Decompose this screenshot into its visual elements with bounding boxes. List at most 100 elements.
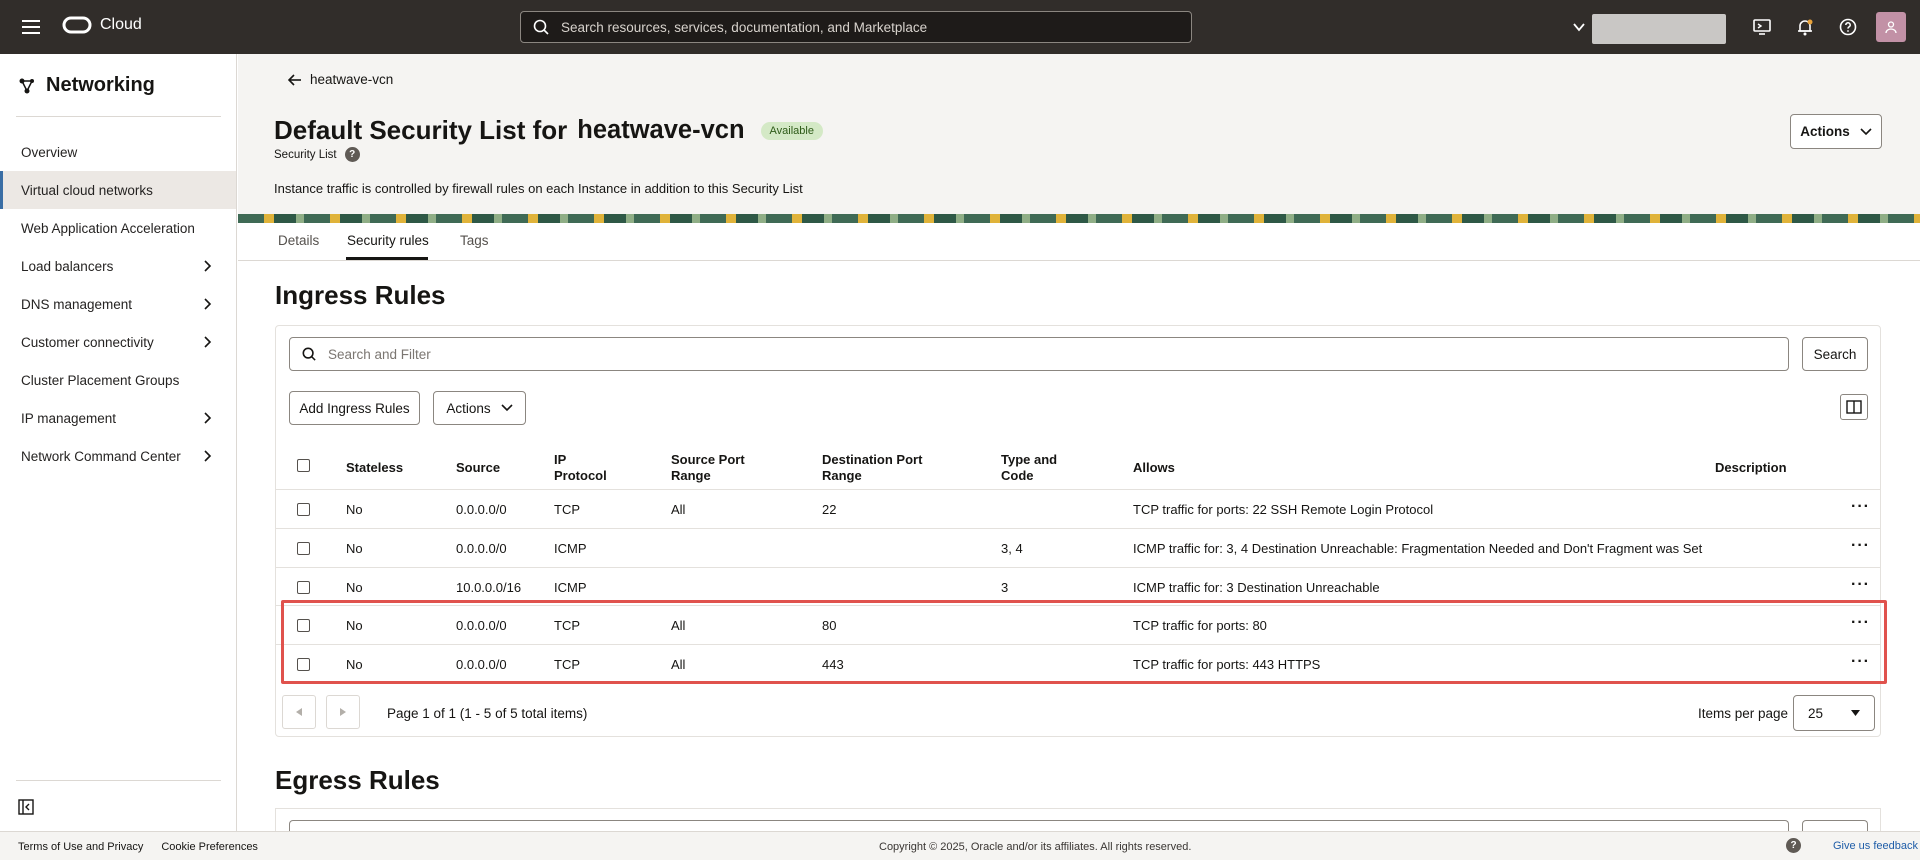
sidebar: Networking Overview Virtual cloud network…	[0, 54, 237, 831]
column-header-source-port-range[interactable]: Source Port Range	[671, 452, 745, 484]
terms-link[interactable]: Terms of Use and Privacy	[18, 841, 143, 853]
row-checkbox[interactable]	[297, 619, 310, 633]
cell-source: 10.0.0.0/16	[456, 579, 522, 595]
sidebar-item-cluster-placement-groups[interactable]: Cluster Placement Groups	[0, 361, 236, 399]
items-per-page-select[interactable]: 25	[1793, 695, 1875, 731]
row-checkbox[interactable]	[297, 503, 310, 516]
sidebar-item-ip-management[interactable]: IP management	[0, 399, 236, 437]
bell-icon[interactable]	[1793, 15, 1817, 39]
top-bar: Cloud	[0, 0, 1920, 54]
page-title: Default Security List for heatwave-vcn A…	[274, 115, 823, 146]
caret-down-icon	[1851, 710, 1860, 716]
column-header-line: Code	[1001, 468, 1034, 483]
region-chevron-icon[interactable]	[1572, 20, 1586, 34]
search-filter-input[interactable]	[328, 346, 1728, 362]
sidebar-item-label: Cluster Placement Groups	[21, 372, 180, 388]
cell-protocol: TCP	[554, 502, 580, 517]
cell-dest-port: 80	[822, 618, 837, 634]
add-ingress-rules-button[interactable]: Add Ingress Rules	[289, 391, 420, 425]
items-per-page-label: Items per page	[1698, 706, 1789, 721]
cell-dest-port: 22	[822, 502, 837, 517]
chevron-right-icon	[204, 412, 212, 424]
region-selector[interactable]	[1592, 14, 1726, 44]
collapse-sidebar-icon[interactable]	[18, 799, 34, 815]
row-actions-menu-icon[interactable]: ···	[1851, 615, 1870, 631]
copyright: Copyright © 2025, Oracle and/or its affi…	[879, 841, 1192, 853]
column-header-line: Protocol	[554, 468, 607, 483]
active-tab-indicator	[346, 257, 428, 260]
user-avatar[interactable]	[1876, 12, 1906, 42]
chevron-right-icon	[204, 450, 212, 462]
row-actions-menu-icon[interactable]: ···	[1851, 499, 1870, 515]
tab-tags[interactable]: Tags	[460, 233, 489, 248]
global-search-input[interactable]	[561, 19, 1161, 35]
sidebar-item-virtual-cloud-networks[interactable]: Virtual cloud networks	[0, 171, 236, 209]
cell-allows: ICMP traffic for: 3 Destination Unreacha…	[1133, 579, 1380, 595]
column-header-ip-protocol[interactable]: IP Protocol	[554, 452, 607, 484]
sidebar-item-overview[interactable]: Overview	[0, 133, 236, 171]
cell-source: 0.0.0.0/0	[456, 540, 507, 556]
user-icon	[1885, 21, 1897, 34]
row-actions-menu-icon[interactable]: ···	[1851, 576, 1870, 592]
table-actions-button[interactable]: Actions	[433, 391, 526, 425]
sidebar-item-dns-management[interactable]: DNS management	[0, 285, 236, 323]
oracle-cloud-logo[interactable]: Cloud	[62, 16, 142, 34]
column-header-source[interactable]: Source	[456, 460, 500, 476]
vcn-name: heatwave-vcn	[577, 116, 745, 144]
search-button[interactable]: Search	[1802, 337, 1868, 371]
menu-icon[interactable]	[18, 15, 44, 39]
column-header-description[interactable]: Description	[1715, 460, 1787, 476]
cell-protocol: ICMP	[554, 540, 587, 556]
cookie-preferences-link[interactable]: Cookie Preferences	[161, 841, 258, 853]
column-header-allows[interactable]: Allows	[1133, 460, 1175, 476]
back-link[interactable]: heatwave-vcn	[288, 72, 393, 87]
column-header-line: Range	[822, 468, 862, 483]
next-page-button[interactable]	[326, 695, 360, 729]
sidebar-item-network-command-center[interactable]: Network Command Center	[0, 437, 236, 475]
table-row: No 0.0.0.0/0 ICMP 3, 4 ICMP traffic for: 3, …	[276, 527, 1880, 567]
cloud-shell-icon[interactable]	[1750, 15, 1774, 39]
sidebar-item-customer-connectivity[interactable]: Customer connectivity	[0, 323, 236, 361]
help-icon[interactable]: ?	[344, 147, 360, 162]
row-actions-menu-icon[interactable]: ···	[1851, 654, 1870, 670]
tab-details[interactable]: Details	[278, 233, 319, 248]
previous-page-button[interactable]	[282, 695, 316, 729]
column-header-stateless[interactable]: Stateless	[346, 460, 403, 476]
page-info: Page 1 of 1 (1 - 5 of 5 total items)	[387, 706, 588, 721]
chevron-right-icon	[204, 298, 212, 310]
column-header-line: Range	[671, 468, 711, 483]
sidebar-item-web-application-acceleration[interactable]: Web Application Acceleration	[0, 209, 236, 247]
search-filter-field[interactable]	[289, 337, 1789, 371]
sidebar-title-label: Networking	[46, 74, 155, 96]
cell-stateless: No	[346, 618, 363, 634]
row-actions-menu-icon[interactable]: ···	[1851, 537, 1870, 553]
columns-icon	[1846, 400, 1862, 414]
feedback-link[interactable]: Give us feedback	[1833, 840, 1918, 852]
sidebar-menu: Overview Virtual cloud networks Web Applic…	[0, 133, 236, 475]
global-search[interactable]	[520, 11, 1192, 43]
egress-rules-title: Egress Rules	[275, 765, 440, 795]
tab-security-rules[interactable]: Security rules	[347, 233, 429, 248]
cell-protocol: TCP	[554, 657, 580, 673]
column-settings-button[interactable]	[1840, 394, 1868, 420]
cell-stateless: No	[346, 579, 363, 595]
sidebar-item-label: Overview	[21, 144, 78, 160]
brand-label: Cloud	[100, 16, 142, 33]
sidebar-title: Networking	[18, 74, 155, 97]
sidebar-item-load-balancers[interactable]: Load balancers	[0, 247, 236, 285]
row-checkbox[interactable]	[297, 580, 310, 594]
column-header-type-and-code[interactable]: Type and Code	[1001, 452, 1057, 484]
help-icon[interactable]: ?	[1786, 838, 1801, 853]
sidebar-item-label: Virtual cloud networks	[21, 182, 153, 198]
decorative-banner	[238, 214, 1920, 223]
select-all-checkbox[interactable]	[297, 459, 310, 472]
column-header-destination-port-range[interactable]: Destination Port Range	[822, 452, 922, 484]
row-checkbox[interactable]	[297, 541, 310, 555]
column-header-line: Type and	[1001, 452, 1058, 467]
actions-button[interactable]: Actions	[1790, 114, 1882, 149]
row-checkbox[interactable]	[297, 658, 310, 672]
table-row: No 0.0.0.0/0 TCP All 80 TCP traffic for ports…	[276, 605, 1880, 644]
sidebar-item-label: Network Command Center	[21, 448, 181, 464]
items-per-page-value: 25	[1808, 705, 1824, 721]
help-icon[interactable]	[1836, 15, 1860, 39]
